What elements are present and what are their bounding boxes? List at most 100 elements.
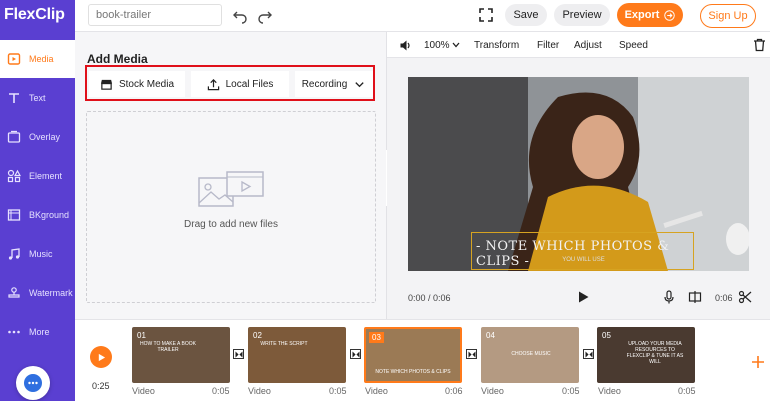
scissors-icon[interactable] [738, 290, 752, 304]
tab-label: Stock Media [118, 78, 175, 90]
sidebar: FlexClip Media Text Overlay Element BKgr… [0, 0, 75, 401]
transition-icon [585, 350, 592, 358]
play-icon [98, 353, 105, 361]
music-icon [7, 247, 21, 261]
transform-button[interactable]: Transform [474, 40, 519, 51]
arrow-right-icon [664, 9, 676, 21]
tab-local-files[interactable]: Local Files [191, 71, 289, 97]
sidebar-item-watermark[interactable]: Watermark [0, 274, 75, 312]
preview-area: 100% Transform Filter Adjust Speed - NOT… [387, 32, 770, 319]
speed-button[interactable]: Speed [619, 40, 648, 51]
export-label: Export [624, 9, 660, 21]
tab-stock-media[interactable]: Stock Media [89, 71, 185, 97]
text-icon [7, 91, 21, 105]
clip-number: 04 [486, 331, 495, 340]
chevron-down-icon [355, 81, 364, 87]
preview-button[interactable]: Preview [554, 4, 610, 26]
trash-icon[interactable] [753, 38, 766, 52]
clip-number: 05 [602, 331, 611, 340]
chevron-down-icon [452, 42, 460, 48]
clip-type: Video [365, 386, 388, 396]
clip-caption: CHOOSE MUSIC [511, 351, 551, 357]
media-source-tabs: Stock Media Local Files Recording [85, 65, 375, 101]
preview-toolbar: 100% Transform Filter Adjust Speed [387, 32, 770, 58]
element-icon [7, 169, 21, 183]
project-name-input[interactable]: book-trailer [88, 4, 222, 26]
transition-button[interactable] [233, 349, 244, 359]
clip-duration: 0:05 [562, 386, 580, 396]
panel-title: Add Media [87, 52, 148, 66]
timeline-clip-2[interactable]: 02 WRITE THE SCRIPT [248, 327, 346, 383]
clip-caption: UPLOAD YOUR MEDIA RESOURCES TO FLEXCLIP … [626, 341, 684, 365]
clip-type: Video [481, 386, 504, 396]
clip-duration: 0:05 [678, 386, 696, 396]
sidebar-item-label: Watermark [29, 288, 73, 298]
adjust-button[interactable]: Adjust [574, 40, 602, 51]
timeline-clip-4[interactable]: 04 CHOOSE MUSIC [481, 327, 579, 383]
clip-caption: WRITE THE SCRIPT [260, 341, 308, 347]
sidebar-item-label: BKground [29, 210, 70, 220]
playback-time: 0:00 / 0:06 [408, 293, 451, 303]
upload-icon [207, 78, 219, 90]
flexclip-logo[interactable]: FlexClip [4, 6, 65, 24]
clip-caption: HOW TO MAKE A BOOK TRAILER [140, 341, 196, 353]
timeline-play-button[interactable] [90, 346, 112, 368]
sidebar-item-media[interactable]: Media [0, 40, 75, 78]
clip-number: 02 [253, 331, 262, 340]
overlay-title: - NOTE WHICH PHOTOS & CLIPS - [476, 239, 670, 269]
split-icon[interactable] [688, 290, 702, 304]
timeline-clip-1[interactable]: 01 HOW TO MAKE A BOOK TRAILER [132, 327, 230, 383]
export-button[interactable]: Export [617, 3, 683, 27]
zoom-select[interactable]: 100% [424, 40, 460, 51]
sign-up-button[interactable]: Sign Up [700, 4, 756, 28]
sidebar-item-label: Text [29, 93, 46, 103]
clip-duration: 0:05 [212, 386, 230, 396]
sidebar-item-element[interactable]: Element [0, 157, 75, 195]
fullscreen-icon[interactable] [478, 7, 494, 23]
transition-button[interactable] [466, 349, 477, 359]
timeline-clip-3[interactable]: 03 NOTE WHICH PHOTOS & CLIPS [364, 327, 462, 383]
clip-caption: NOTE WHICH PHOTOS & CLIPS [375, 369, 451, 375]
clip-type: Video [248, 386, 271, 396]
sidebar-item-more[interactable]: More [0, 313, 75, 351]
transition-button[interactable] [350, 349, 361, 359]
sidebar-item-label: Overlay [29, 132, 61, 142]
transition-icon [235, 350, 242, 358]
timeline-clip-5[interactable]: 05 UPLOAD YOUR MEDIA RESOURCES TO FLEXCL… [597, 327, 695, 383]
tab-label: Recording [301, 78, 348, 90]
zoom-value: 100% [424, 40, 450, 51]
drop-zone[interactable]: Drag to add new files [86, 111, 376, 303]
clip-duration: 0:05 [329, 386, 347, 396]
media-icon [7, 52, 21, 66]
clip-number: 03 [369, 332, 384, 343]
microphone-icon[interactable] [662, 290, 676, 304]
transition-icon [468, 350, 475, 358]
video-preview[interactable]: - NOTE WHICH PHOTOS & CLIPS - YOU WILL U… [408, 77, 749, 271]
overlay-subtitle: YOU WILL USE [562, 257, 605, 263]
chat-button[interactable] [16, 366, 50, 400]
transition-icon [352, 350, 359, 358]
sidebar-item-text[interactable]: Text [0, 79, 75, 117]
tab-recording[interactable]: Recording [295, 71, 373, 97]
undo-icon[interactable] [232, 8, 248, 24]
add-clip-icon[interactable] [751, 355, 765, 369]
volume-icon[interactable] [399, 39, 412, 52]
more-icon [7, 325, 21, 339]
sidebar-item-overlay[interactable]: Overlay [0, 118, 75, 156]
sidebar-item-label: Element [29, 171, 63, 181]
filter-button[interactable]: Filter [537, 40, 559, 51]
clip-type: Video [132, 386, 155, 396]
play-icon[interactable] [576, 290, 590, 304]
sidebar-item-bkground[interactable]: BKground [0, 196, 75, 234]
top-bar: book-trailer Save Preview Export Sign Up [75, 0, 770, 32]
save-button[interactable]: Save [505, 4, 547, 26]
video-text-overlay[interactable]: - NOTE WHICH PHOTOS & CLIPS - YOU WILL U… [471, 232, 694, 270]
transition-button[interactable] [583, 349, 594, 359]
redo-icon[interactable] [257, 8, 273, 24]
watermark-icon [7, 286, 21, 300]
sidebar-item-music[interactable]: Music [0, 235, 75, 273]
sidebar-item-label: More [29, 327, 50, 337]
tab-label: Local Files [225, 78, 274, 90]
chat-icon [24, 374, 42, 392]
clip-number: 01 [137, 331, 146, 340]
